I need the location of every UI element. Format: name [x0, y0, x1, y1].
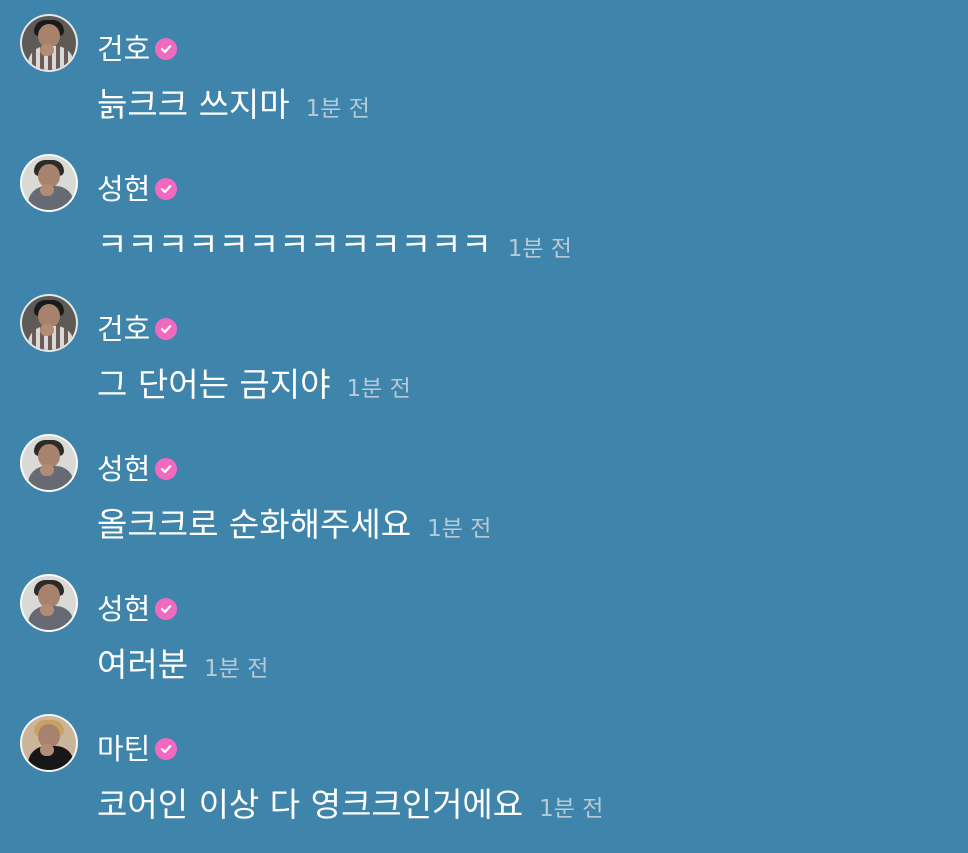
avatar-hand	[40, 324, 54, 336]
timestamp: 1분 전	[204, 656, 269, 682]
author-name[interactable]: 성현	[97, 591, 150, 627]
message-row: 그 단어는 금지야 1분 전	[97, 364, 411, 406]
verified-badge-icon	[155, 738, 178, 760]
avatar[interactable]	[20, 714, 78, 772]
avatar[interactable]	[20, 574, 78, 632]
author-name[interactable]: 건호	[97, 31, 150, 67]
author-row: 건호	[97, 31, 178, 67]
timestamp: 1분 전	[539, 796, 604, 822]
message-row: 여러분 1분 전	[97, 644, 268, 686]
author-row: 성현	[97, 591, 178, 627]
message-text: 여러분	[97, 645, 189, 684]
timestamp: 1분 전	[507, 236, 572, 262]
author-row: 성현	[97, 171, 178, 207]
author-name[interactable]: 성현	[97, 171, 150, 207]
message-text: 늙크크 쓰지마	[97, 85, 290, 124]
verified-badge-icon	[155, 178, 178, 200]
chat-message: 마틴 코어인 이상 다 영크크인거에요 1분 전	[0, 700, 968, 824]
verified-badge-icon	[155, 598, 178, 620]
message-row: ㅋㅋㅋㅋㅋㅋㅋㅋㅋㅋㅋㅋㅋ 1분 전	[97, 224, 572, 266]
message-text: ㅋㅋㅋㅋㅋㅋㅋㅋㅋㅋㅋㅋㅋ	[97, 225, 492, 264]
chat-message-list: 건호 늙크크 쓰지마 1분 전 성현 ㅋㅋㅋㅋㅋㅋㅋㅋㅋㅋㅋㅋㅋ 1분 전 건호…	[0, 0, 968, 853]
message-text: 코어인 이상 다 영크크인거에요	[97, 785, 524, 824]
author-name[interactable]: 건호	[97, 311, 150, 347]
timestamp: 1분 전	[427, 516, 492, 542]
chat-message: 건호 늙크크 쓰지마 1분 전	[0, 0, 968, 124]
chat-message: 건호 그 단어는 금지야 1분 전	[0, 280, 968, 404]
avatar-hand	[40, 744, 54, 756]
avatar-hand	[40, 184, 54, 196]
verified-badge-icon	[155, 38, 178, 60]
chat-message: 성현 ㅋㅋㅋㅋㅋㅋㅋㅋㅋㅋㅋㅋㅋ 1분 전	[0, 140, 968, 264]
avatar-hand	[40, 44, 54, 56]
author-row: 성현	[97, 451, 178, 487]
chat-message: 성현 여러분 1분 전	[0, 560, 968, 684]
author-name[interactable]: 성현	[97, 451, 150, 487]
avatar-hand	[40, 464, 54, 476]
avatar[interactable]	[20, 294, 78, 352]
message-text: 그 단어는 금지야	[97, 365, 331, 404]
avatar[interactable]	[20, 154, 78, 212]
timestamp: 1분 전	[305, 96, 370, 122]
verified-badge-icon	[155, 318, 178, 340]
message-row: 늙크크 쓰지마 1분 전	[97, 84, 370, 126]
chat-message: 성현 올크크로 순화해주세요 1분 전	[0, 420, 968, 544]
author-name[interactable]: 마틴	[97, 731, 150, 767]
message-row: 올크크로 순화해주세요 1분 전	[97, 504, 491, 546]
author-row: 마틴	[97, 731, 178, 767]
message-row: 코어인 이상 다 영크크인거에요 1분 전	[97, 784, 603, 826]
verified-badge-icon	[155, 458, 178, 480]
avatar-hand	[40, 604, 54, 616]
message-text: 올크크로 순화해주세요	[97, 505, 412, 544]
timestamp: 1분 전	[346, 376, 411, 402]
author-row: 건호	[97, 311, 178, 347]
avatar[interactable]	[20, 434, 78, 492]
avatar[interactable]	[20, 14, 78, 72]
